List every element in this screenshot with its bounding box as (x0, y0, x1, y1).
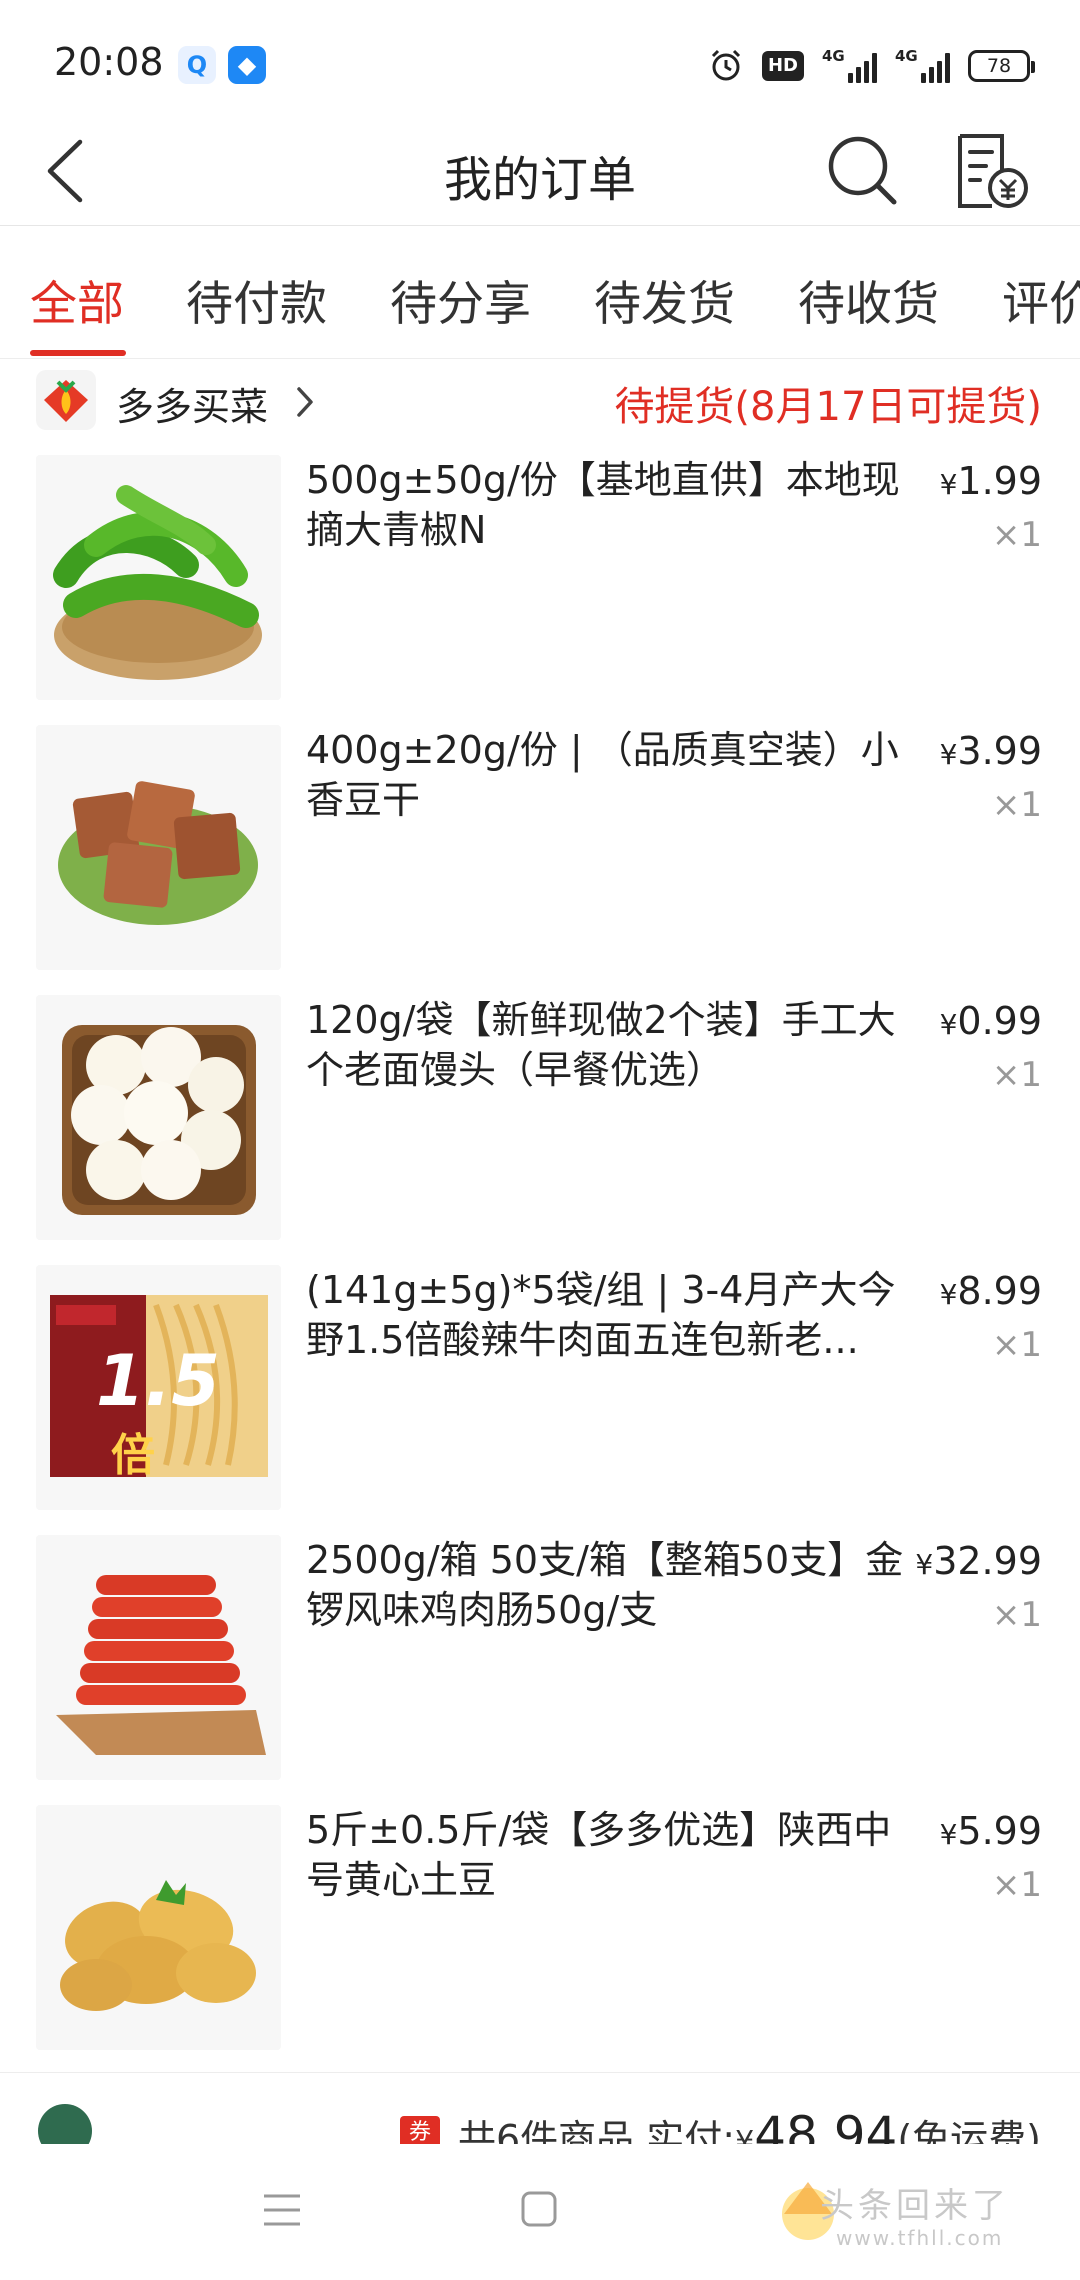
signal-strength-icon-2: 4G (895, 47, 950, 83)
status-time: 20:08 (54, 40, 164, 84)
product-title: (141g±5g)*5袋/组 | 3-4月产大今野1.5倍酸辣牛肉面五连包新老.… (306, 1268, 896, 1362)
product-image-chicken-sausage (36, 1535, 281, 1780)
order-status: 待提货(8月17日可提货) (614, 384, 1042, 430)
watermark-url: www.tfhll.com (836, 2226, 1004, 2250)
active-tab-indicator (30, 350, 126, 356)
alarm-icon (711, 49, 741, 81)
order-item[interactable]: 1.5 倍 (141g±5g)*5袋/组 | 3-4月产大今野1.5倍酸辣牛肉面… (0, 1265, 1080, 1535)
shop-name[interactable]: 多多买菜 (116, 376, 268, 431)
product-quantity: ×1 (991, 785, 1042, 825)
product-title: 2500g/箱 50支/箱【整箱50支】金锣风味鸡肉肠50g/支 (306, 1538, 904, 1632)
tab-pending-receipt[interactable]: 待收货 (798, 265, 939, 334)
product-quantity: ×1 (991, 1055, 1042, 1095)
order-item[interactable]: 2500g/箱 50支/箱【整箱50支】金锣风味鸡肉肠50g/支 ¥32.99 … (0, 1535, 1080, 1805)
product-image-steamed-buns (36, 995, 281, 1240)
product-title: 120g/袋【新鲜现做2个装】手工大个老面馒头（早餐优选） (306, 998, 896, 1092)
divider (0, 2072, 1080, 2073)
product-title: 400g±20g/份 | （品质真空装）小香豆干 (306, 728, 899, 822)
product-price: ¥5.99 (939, 1809, 1042, 1853)
tab-pending-shipment[interactable]: 待发货 (594, 265, 735, 334)
android-app-icon: ◆ (228, 46, 266, 84)
tab-all[interactable]: 全部 (30, 265, 124, 334)
avatar (38, 2104, 92, 2144)
watermark-text: 头条回来了 (820, 2186, 1010, 2226)
product-price: ¥32.99 (915, 1539, 1042, 1583)
product-image-green-pepper (36, 455, 281, 700)
product-quantity: ×1 (991, 515, 1042, 555)
product-image-potatoes (36, 1805, 281, 2050)
tab-pending-share[interactable]: 待分享 (390, 265, 531, 334)
order-tabs: 全部 待付款 待分享 待发货 待收货 评价 (0, 227, 1080, 359)
chevron-left-icon[interactable] (36, 126, 96, 216)
product-quantity: ×1 (991, 1325, 1042, 1365)
status-bar: 20:08 Q ◆ HD 4G 4G 78 (0, 0, 1080, 120)
recent-apps-icon[interactable] (262, 2192, 302, 2228)
title-bar: 我的订单 (0, 120, 1080, 226)
hd-voice-badge: HD (761, 51, 804, 81)
product-image-tofu (36, 725, 281, 970)
product-title: 5斤±0.5斤/袋【多多优选】陕西中号黄心土豆 (306, 1808, 892, 1902)
page-title: 我的订单 (443, 152, 636, 208)
battery-icon: 78 (968, 50, 1035, 82)
product-price: ¥1.99 (939, 459, 1042, 503)
product-price: ¥8.99 (939, 1269, 1042, 1313)
product-price: ¥3.99 (939, 729, 1042, 773)
product-title: 500g±50g/份【基地直供】本地现摘大青椒N (306, 458, 900, 552)
receipt-yen-icon[interactable] (946, 126, 1036, 216)
order-item[interactable]: 5斤±0.5斤/袋【多多优选】陕西中号黄心土豆 ¥5.99 ×1 (0, 1805, 1080, 2075)
product-quantity: ×1 (991, 1865, 1042, 1905)
chevron-right-icon[interactable] (294, 384, 316, 420)
shop-logo-icon (36, 370, 96, 430)
summary-text: 共6件商品 实付:¥48.94(免运费) (458, 2106, 1041, 2144)
signal-strength-icon: 4G (822, 47, 877, 83)
svg-text:1.5: 1.5 (96, 1340, 220, 1422)
tab-pending-payment[interactable]: 待付款 (186, 265, 327, 334)
shop-header[interactable]: 多多买菜 待提货(8月17日可提货) (0, 360, 1080, 446)
search-icon[interactable] (818, 126, 908, 216)
product-quantity: ×1 (991, 1595, 1042, 1635)
order-summary: 券 共6件商品 实付:¥48.94(免运费) (0, 2100, 1080, 2144)
product-price: ¥0.99 (939, 999, 1042, 1043)
tab-review[interactable]: 评价 (1002, 265, 1080, 334)
coupon-badge: 券 (400, 2116, 440, 2144)
svg-text:倍: 倍 (111, 1430, 155, 1481)
home-icon[interactable] (520, 2190, 558, 2228)
status-icons: HD 4G 4G 78 (708, 44, 1035, 88)
product-image-instant-noodles: 1.5 倍 (36, 1265, 281, 1510)
order-item[interactable]: 500g±50g/份【基地直供】本地现摘大青椒N ¥1.99 ×1 (0, 455, 1080, 725)
order-item[interactable]: 120g/袋【新鲜现做2个装】手工大个老面馒头（早餐优选） ¥0.99 ×1 (0, 995, 1080, 1265)
paid-amount: 48.94 (754, 2106, 898, 2144)
order-item[interactable]: 400g±20g/份 | （品质真空装）小香豆干 ¥3.99 ×1 (0, 725, 1080, 995)
notification-app-icon: Q (178, 46, 216, 84)
